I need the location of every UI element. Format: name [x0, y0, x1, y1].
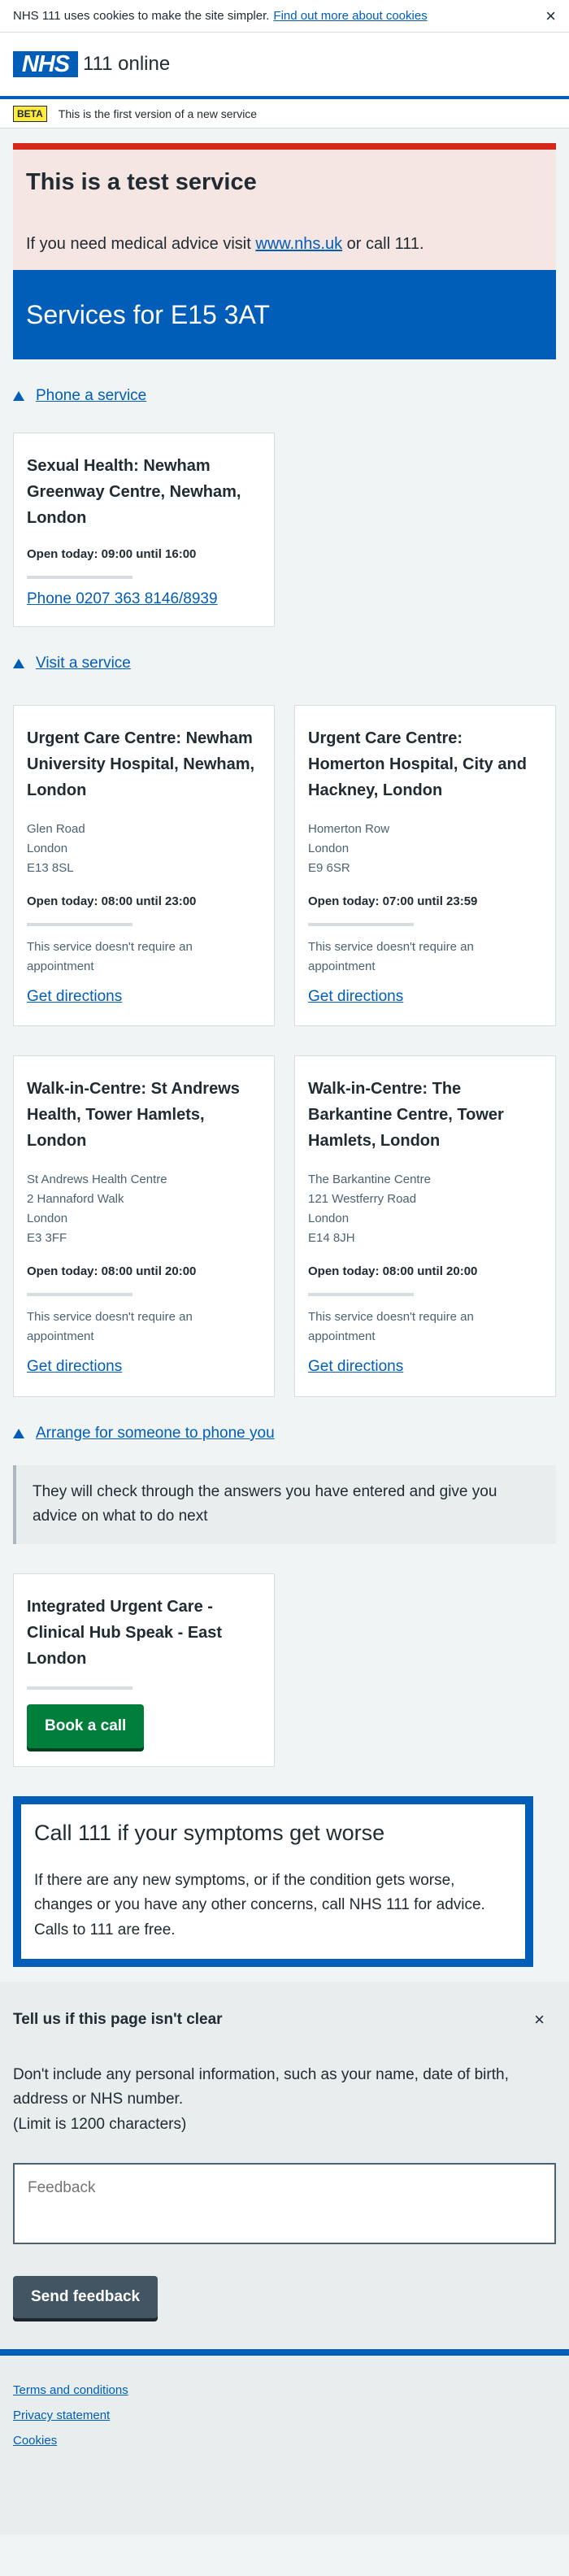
book-a-call-button[interactable]: Book a call	[27, 1704, 145, 1748]
arrange-callback-link[interactable]: Arrange for someone to phone you	[36, 1425, 275, 1442]
phone-service-card: Sexual Health: Newham Greenway Centre, N…	[13, 433, 275, 627]
service-address: Glen Road London E13 8SL	[27, 820, 261, 878]
test-notice-text-before: If you need medical advice visit	[26, 235, 251, 253]
divider	[308, 1293, 414, 1296]
appointment-note: This service doesn't require an appointm…	[308, 1310, 474, 1343]
beta-tag: BETA	[13, 105, 47, 122]
cookie-banner: NHS 111 uses cookies to make the site si…	[0, 0, 569, 33]
service-name: Urgent Care Centre: Newham University Ho…	[27, 729, 255, 799]
visit-service-card: Walk-in-Centre: St Andrews Health, Tower…	[13, 1055, 275, 1397]
service-name: Integrated Urgent Care - Clinical Hub Sp…	[27, 1597, 223, 1668]
triangle-up-icon	[13, 1429, 24, 1438]
care-card-title: Call 111 if your symptoms get worse	[34, 1820, 385, 1845]
feedback-title: Tell us if this page isn't clear	[13, 2010, 223, 2028]
get-directions-link[interactable]: Get directions	[27, 988, 122, 1006]
divider	[308, 923, 414, 926]
site-footer: Terms and conditions Privacy statement C…	[0, 2349, 569, 2535]
nhs-logo[interactable]: NHS	[13, 51, 78, 77]
visit-service-card: Urgent Care Centre: Homerton Hospital, C…	[294, 705, 556, 1026]
terms-link[interactable]: Terms and conditions	[13, 2383, 556, 2397]
service-address: The Barkantine Centre 121 Westferry Road…	[308, 1170, 542, 1248]
address-line: London	[27, 842, 68, 855]
service-name: Sexual Health: Newham Greenway Centre, N…	[27, 457, 241, 527]
callback-service-card: Integrated Urgent Care - Clinical Hub Sp…	[13, 1573, 275, 1767]
feedback-limit: (Limit is 1200 characters)	[13, 2115, 187, 2133]
main-content: This is a test service If you need medic…	[0, 143, 569, 1967]
page-title-banner: Services for E15 3AT	[13, 270, 556, 359]
test-notice-text-after: or call 111.	[346, 235, 424, 253]
feedback-section: Tell us if this page isn't clear × Don't…	[0, 1981, 569, 2350]
service-name: Urgent Care Centre: Homerton Hospital, C…	[308, 729, 527, 799]
callback-inset-text: They will check through the answers you …	[13, 1465, 556, 1544]
visit-a-service-link[interactable]: Visit a service	[36, 655, 131, 672]
address-line: The Barkantine Centre	[308, 1173, 431, 1186]
phone-section-toggle[interactable]: Phone a service	[13, 387, 556, 405]
beta-text: This is the first version of a new servi…	[58, 107, 258, 120]
cookies-link[interactable]: Cookies	[13, 2434, 556, 2448]
site-header: NHS 111 online	[0, 33, 569, 99]
worsening-symptoms-card: Call 111 if your symptoms get worse If t…	[13, 1795, 533, 1967]
nhs-website-link[interactable]: www.nhs.uk	[255, 235, 342, 253]
triangle-up-icon	[13, 659, 24, 668]
care-card-text: If there are any new symptoms, or if the…	[34, 1871, 485, 1939]
opening-hours: Open today: 08:00 until 20:00	[27, 1264, 197, 1278]
address-line: Homerton Row	[308, 822, 390, 836]
address-line: E3 3FF	[27, 1231, 67, 1245]
get-directions-link[interactable]: Get directions	[27, 1358, 122, 1376]
feedback-instructions: Don't include any personal information, …	[13, 2065, 509, 2108]
appointment-note: This service doesn't require an appointm…	[27, 1310, 193, 1343]
beta-banner: BETA This is the first version of a new …	[0, 99, 569, 128]
visit-section-toggle[interactable]: Visit a service	[13, 655, 556, 672]
appointment-note: This service doesn't require an appointm…	[27, 940, 193, 973]
cookie-text: NHS 111 uses cookies to make the site si…	[13, 9, 270, 23]
service-name: Walk-in-Centre: The Barkantine Centre, T…	[308, 1080, 504, 1150]
address-line: London	[27, 1212, 68, 1225]
triangle-up-icon	[13, 391, 24, 401]
divider	[27, 576, 132, 579]
callback-section-toggle[interactable]: Arrange for someone to phone you	[13, 1425, 556, 1442]
address-line: E9 6SR	[308, 861, 350, 875]
get-directions-link[interactable]: Get directions	[308, 988, 403, 1006]
service-name: Walk-in-Centre: St Andrews Health, Tower…	[27, 1080, 240, 1150]
address-line: London	[308, 1212, 350, 1225]
visit-service-card: Urgent Care Centre: Newham University Ho…	[13, 705, 275, 1026]
address-line: E13 8SL	[27, 861, 74, 875]
service-address: Homerton Row London E9 6SR	[308, 820, 542, 878]
address-line: 2 Hannaford Walk	[27, 1192, 124, 1206]
address-line: St Andrews Health Centre	[27, 1173, 167, 1186]
divider	[27, 923, 132, 926]
address-line: E14 8JH	[308, 1231, 355, 1245]
phone-a-service-link[interactable]: Phone a service	[36, 387, 146, 405]
address-line: London	[308, 842, 350, 855]
feedback-input[interactable]	[13, 2163, 556, 2245]
visit-services-grid: Urgent Care Centre: Newham University Ho…	[13, 705, 556, 1397]
get-directions-link[interactable]: Get directions	[308, 1358, 403, 1376]
service-name[interactable]: 111 online	[83, 53, 170, 76]
close-icon[interactable]: ×	[545, 6, 556, 27]
phone-link[interactable]: Phone 0207 363 8146/8939	[27, 590, 218, 608]
cookie-info-link[interactable]: Find out more about cookies	[273, 9, 427, 23]
opening-hours: Open today: 07:00 until 23:59	[308, 894, 478, 908]
visit-service-card: Walk-in-Centre: The Barkantine Centre, T…	[294, 1055, 556, 1397]
opening-hours: Open today: 09:00 until 16:00	[27, 547, 197, 561]
divider	[27, 1686, 132, 1690]
test-notice-title: This is a test service	[26, 169, 257, 195]
close-icon[interactable]: ×	[534, 2009, 545, 2030]
address-line: Glen Road	[27, 822, 85, 836]
opening-hours: Open today: 08:00 until 23:00	[27, 894, 197, 908]
test-notice-text: If you need medical advice visit www.nhs…	[26, 235, 543, 254]
send-feedback-button[interactable]: Send feedback	[13, 2276, 159, 2319]
feedback-header: Tell us if this page isn't clear ×	[13, 2009, 556, 2030]
page-title: Services for E15 3AT	[26, 299, 270, 329]
test-service-notice: This is a test service If you need medic…	[13, 143, 556, 270]
privacy-link[interactable]: Privacy statement	[13, 2408, 556, 2422]
divider	[27, 1293, 132, 1296]
address-line: 121 Westferry Road	[308, 1192, 417, 1206]
appointment-note: This service doesn't require an appointm…	[308, 940, 474, 973]
service-address: St Andrews Health Centre 2 Hannaford Wal…	[27, 1170, 261, 1248]
opening-hours: Open today: 08:00 until 20:00	[308, 1264, 478, 1278]
